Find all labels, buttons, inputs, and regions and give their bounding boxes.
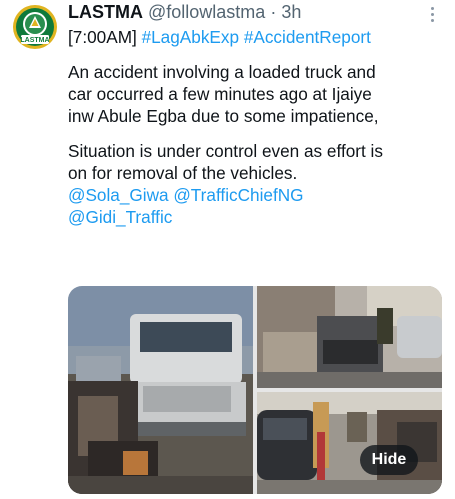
mention-gidi-traffic[interactable]: @Gidi_Traffic: [68, 207, 172, 227]
mention-sola-giwa[interactable]: @Sola_Giwa: [68, 185, 169, 205]
tweet-card[interactable]: LASTMA LASTMA @followlastma · 3h [7:00AM…: [0, 0, 455, 499]
time-stamp-text: [7:00AM]: [68, 27, 142, 47]
text-line-5: Situation is under control even as effor…: [68, 141, 383, 161]
mentions-line-1: @Sola_Giwa @TrafficChiefNG: [68, 184, 443, 206]
mention-trafficchiefng[interactable]: @TrafficChiefNG: [173, 185, 303, 205]
tweet-time[interactable]: 3h: [281, 2, 301, 22]
hide-media-button[interactable]: Hide: [360, 445, 418, 475]
separator-dot: ·: [270, 2, 277, 22]
lastma-logo: LASTMA: [13, 5, 57, 49]
text-line-6: on for removal of the vehicles.: [68, 163, 298, 183]
text-line-1: [7:00AM] #LagAbkExp #AccidentReport: [68, 26, 443, 48]
text-line-4: inw Abule Egba due to some impatience,: [68, 106, 379, 126]
text-line-2: An accident involving a loaded truck and: [68, 62, 376, 82]
author-handle[interactable]: @followlastma · 3h: [148, 2, 301, 23]
tweet-text: [7:00AM] #LagAbkExp #AccidentReport An a…: [68, 26, 443, 228]
mentions-line-2: @Gidi_Traffic: [68, 206, 443, 228]
text-line-3: car occurred a few minutes ago at Ijaiye: [68, 84, 372, 104]
photo-crushed-car[interactable]: [257, 286, 442, 388]
more-options-icon[interactable]: [424, 4, 440, 24]
photo-street-scene[interactable]: [257, 392, 442, 494]
hashtag-accidentreport[interactable]: #AccidentReport: [244, 27, 371, 47]
avatar-label: LASTMA: [20, 37, 49, 44]
author-name[interactable]: LASTMA: [68, 2, 143, 23]
photo-truck-front[interactable]: [68, 286, 253, 494]
tweet-header: LASTMA @followlastma · 3h: [68, 2, 301, 24]
handle-text: @followlastma: [148, 2, 266, 22]
hashtag-lagabkexp[interactable]: #LagAbkExp: [142, 27, 239, 47]
avatar[interactable]: LASTMA: [12, 4, 58, 50]
